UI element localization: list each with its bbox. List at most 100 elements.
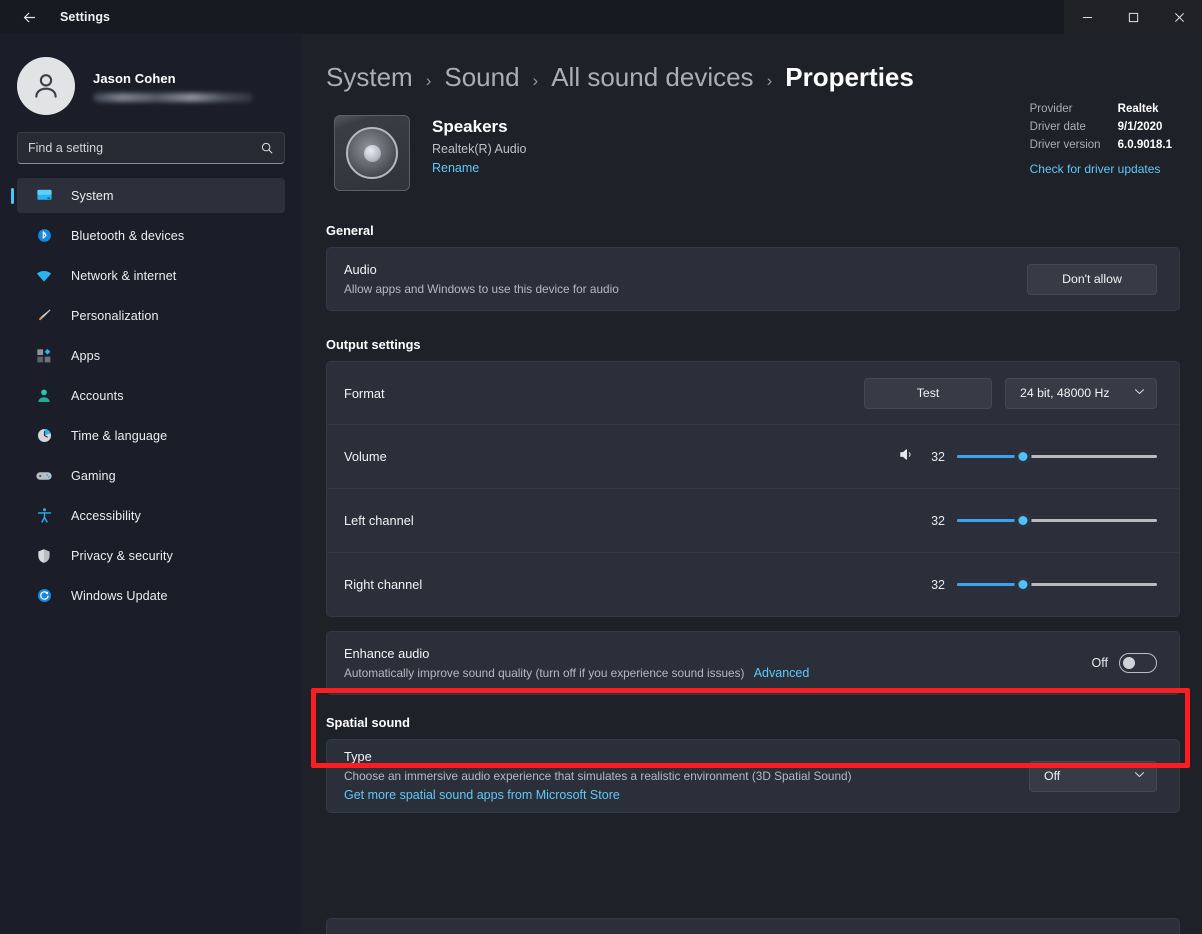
breadcrumb-item-properties: Properties xyxy=(785,62,914,93)
volume-slider[interactable] xyxy=(957,448,1157,466)
sidebar-item-system[interactable]: System xyxy=(17,178,285,213)
left-channel-card: Left channel 32 xyxy=(326,489,1180,553)
breadcrumb: System › Sound › All sound devices › Pro… xyxy=(302,34,1202,93)
accessibility-icon xyxy=(34,506,54,526)
spatial-type-title: Type xyxy=(344,749,1029,764)
title-bar: Settings xyxy=(0,0,1202,34)
profile-section[interactable]: Jason Cohen xyxy=(0,34,302,118)
test-button[interactable]: Test xyxy=(864,378,992,409)
sidebar-item-label: Accounts xyxy=(71,389,124,403)
close-button[interactable] xyxy=(1156,0,1202,34)
window-title: Settings xyxy=(60,10,110,24)
left-channel-value: 32 xyxy=(927,514,945,528)
right-channel-title: Right channel xyxy=(344,577,927,592)
sidebar-item-windows-update[interactable]: Windows Update xyxy=(17,578,285,613)
enhance-audio-toggle-label: Off xyxy=(1092,656,1108,670)
device-subtitle: Realtek(R) Audio xyxy=(432,142,527,156)
audio-card-right: Don't allow xyxy=(1027,264,1157,295)
sidebar-item-time-language[interactable]: Time & language xyxy=(17,418,285,453)
speaker-cone xyxy=(346,127,398,179)
gamepad-icon xyxy=(34,466,54,486)
paintbrush-icon xyxy=(34,306,54,326)
sidebar-item-accounts[interactable]: Accounts xyxy=(17,378,285,413)
driver-version-row: Driver version 6.0.9018.1 xyxy=(1030,139,1172,152)
maximize-button[interactable] xyxy=(1110,0,1156,34)
volume-card: Volume 32 xyxy=(326,425,1180,489)
format-title: Format xyxy=(344,386,864,401)
sidebar-item-label: Personalization xyxy=(71,309,159,323)
enhance-audio-toggle[interactable] xyxy=(1119,653,1157,673)
sidebar-item-gaming[interactable]: Gaming xyxy=(17,458,285,493)
breadcrumb-item-system[interactable]: System xyxy=(326,62,413,93)
profile-text: Jason Cohen xyxy=(93,71,253,102)
apps-grid-icon xyxy=(34,346,54,366)
right-channel-slider[interactable] xyxy=(957,576,1157,594)
maximize-icon xyxy=(1128,12,1139,23)
left-channel-title: Left channel xyxy=(344,513,927,528)
dont-allow-button[interactable]: Don't allow xyxy=(1027,264,1157,295)
back-arrow-icon xyxy=(21,9,38,26)
breadcrumb-item-sound[interactable]: Sound xyxy=(444,62,519,93)
speaker-volume-icon[interactable] xyxy=(898,446,915,468)
back-button[interactable] xyxy=(12,4,46,30)
sidebar-item-label: Gaming xyxy=(71,469,116,483)
driver-date-row: Driver date 9/1/2020 xyxy=(1030,121,1172,134)
volume-slider-thumb[interactable] xyxy=(1015,448,1032,465)
rename-link[interactable]: Rename xyxy=(432,161,479,175)
avatar[interactable] xyxy=(17,57,75,115)
left-channel-slider-fill xyxy=(957,519,1023,522)
volume-title: Volume xyxy=(344,449,898,464)
driver-date-key: Driver date xyxy=(1030,121,1118,134)
right-channel-card-right: 32 xyxy=(927,576,1157,594)
format-dropdown[interactable]: 24 bit, 48000 Hz xyxy=(1005,378,1157,409)
search-box[interactable] xyxy=(17,132,285,164)
wifi-icon xyxy=(34,266,54,286)
minimize-icon xyxy=(1082,12,1093,23)
volume-slider-fill xyxy=(957,455,1023,458)
right-channel-slider-thumb[interactable] xyxy=(1015,576,1032,593)
sidebar-item-label: Time & language xyxy=(71,429,167,443)
breadcrumb-item-all-sound-devices[interactable]: All sound devices xyxy=(551,62,753,93)
spatial-type-dropdown[interactable]: Off xyxy=(1029,761,1157,792)
close-icon xyxy=(1174,12,1185,23)
section-output-settings: Output settings Format Test 24 bit, 4800… xyxy=(302,337,1202,695)
minimize-button[interactable] xyxy=(1064,0,1110,34)
right-channel-slider-fill xyxy=(957,583,1023,586)
sidebar-item-label: Apps xyxy=(71,349,100,363)
left-channel-card-body: Left channel xyxy=(344,513,927,528)
device-text: Speakers Realtek(R) Audio Rename xyxy=(432,115,527,191)
right-channel-card: Right channel 32 xyxy=(326,553,1180,617)
title-bar-left: Settings xyxy=(0,0,1064,34)
right-channel-slider-row: 32 xyxy=(927,576,1157,594)
check-driver-updates-link[interactable]: Check for driver updates xyxy=(1030,162,1161,176)
spatial-store-link[interactable]: Get more spatial sound apps from Microso… xyxy=(344,788,620,802)
audio-card: Audio Allow apps and Windows to use this… xyxy=(326,247,1180,311)
section-general: General Audio Allow apps and Windows to … xyxy=(302,223,1202,311)
driver-provider-row: Provider Realtek xyxy=(1030,103,1172,116)
left-channel-slider-thumb[interactable] xyxy=(1015,512,1032,529)
sidebar-item-apps[interactable]: Apps xyxy=(17,338,285,373)
enhance-audio-desc-text: Automatically improve sound quality (tur… xyxy=(344,666,744,680)
sidebar-item-network-internet[interactable]: Network & internet xyxy=(17,258,285,293)
enhance-audio-title: Enhance audio xyxy=(344,646,1092,661)
left-channel-slider[interactable] xyxy=(957,512,1157,530)
volume-card-body: Volume xyxy=(344,449,898,464)
sidebar-item-accessibility[interactable]: Accessibility xyxy=(17,498,285,533)
sidebar-item-bluetooth-devices[interactable]: Bluetooth & devices xyxy=(17,218,285,253)
left-channel-card-right: 32 xyxy=(927,512,1157,530)
spatial-type-card-right: Off xyxy=(1029,761,1157,792)
profile-name: Jason Cohen xyxy=(93,71,253,86)
volume-value: 32 xyxy=(927,450,945,464)
enhance-audio-card-right: Off xyxy=(1092,653,1157,673)
format-card-body: Format xyxy=(344,386,864,401)
search-icon xyxy=(260,141,274,155)
device-header: Speakers Realtek(R) Audio Rename Provide… xyxy=(302,93,1202,191)
driver-version-value: 6.0.9018.1 xyxy=(1118,139,1172,152)
volume-slider-row: 32 xyxy=(898,446,1157,468)
enhance-audio-desc: Automatically improve sound quality (tur… xyxy=(344,666,1092,680)
search-input[interactable] xyxy=(28,141,260,155)
person-avatar-icon xyxy=(29,69,63,103)
advanced-link[interactable]: Advanced xyxy=(754,666,810,680)
sidebar-item-privacy-security[interactable]: Privacy & security xyxy=(17,538,285,573)
sidebar-item-personalization[interactable]: Personalization xyxy=(17,298,285,333)
